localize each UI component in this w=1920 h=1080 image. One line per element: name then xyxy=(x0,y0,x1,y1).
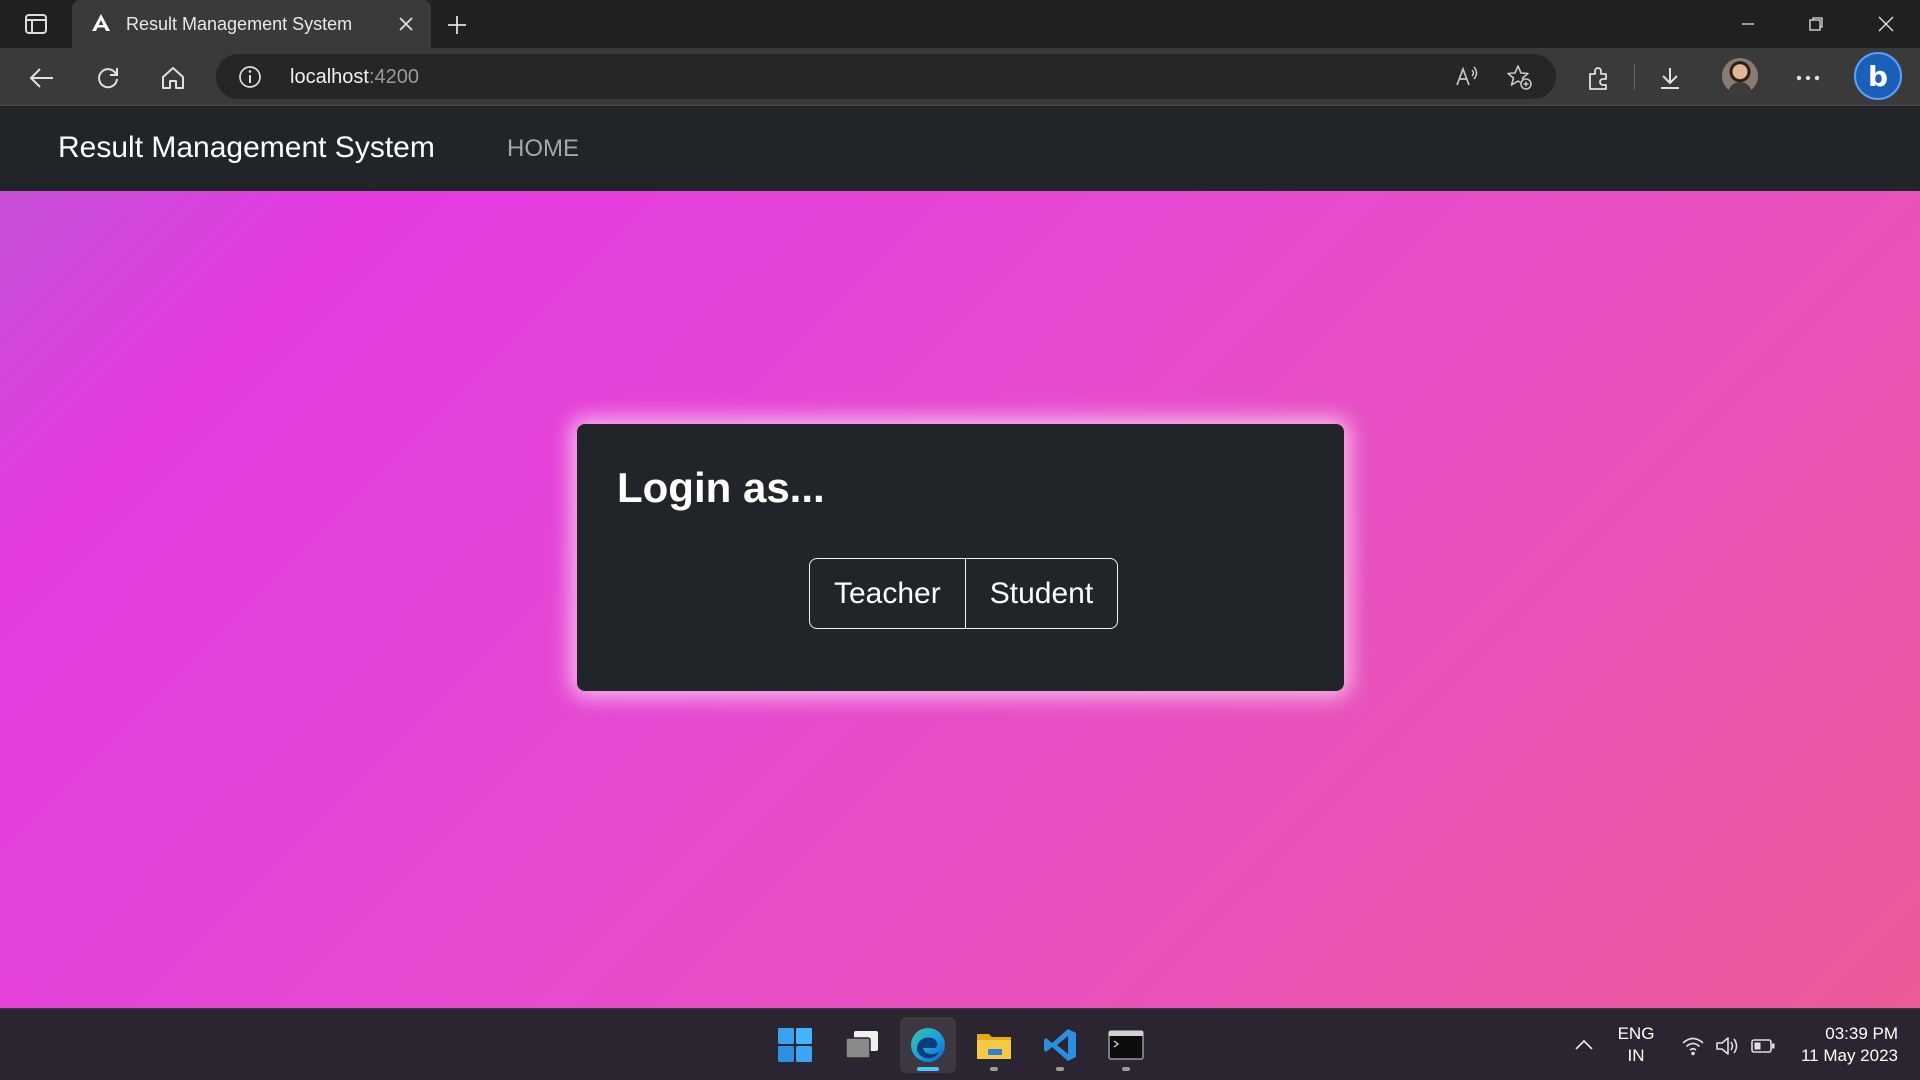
profile-avatar[interactable] xyxy=(1722,58,1758,94)
terminal-icon[interactable] xyxy=(1098,1017,1154,1073)
wifi-icon[interactable] xyxy=(1680,1033,1706,1059)
login-card: Login as... Teacher Student xyxy=(577,424,1344,691)
more-options-icon[interactable] xyxy=(1790,60,1826,96)
language-code: ENG xyxy=(1617,1024,1655,1043)
navbar-brand[interactable]: Result Management System xyxy=(58,131,435,165)
system-clock[interactable]: 03:39 PM 11 May 2023 xyxy=(1801,1023,1898,1067)
close-tab-icon[interactable] xyxy=(395,13,417,35)
url-host: localhost xyxy=(290,66,369,88)
address-bar[interactable]: localhost:4200 xyxy=(216,54,1556,99)
home-icon[interactable] xyxy=(155,60,191,96)
nav-link-home[interactable]: HOME xyxy=(507,135,579,163)
windows-taskbar: ENG IN 03:39 PM 11 May 2023 xyxy=(0,1008,1920,1080)
login-title: Login as... xyxy=(617,464,825,511)
file-explorer-icon[interactable] xyxy=(966,1017,1022,1073)
volume-icon[interactable] xyxy=(1714,1033,1740,1059)
angular-icon xyxy=(90,13,112,35)
input-language[interactable]: ENG IN xyxy=(1616,1023,1656,1067)
active-indicator xyxy=(917,1067,939,1071)
windows-start-icon[interactable] xyxy=(767,1017,823,1073)
task-view-icon[interactable] xyxy=(834,1017,890,1073)
refresh-icon[interactable] xyxy=(90,60,126,96)
url-text: localhost:4200 xyxy=(290,66,419,89)
clock-date: 11 May 2023 xyxy=(1800,1046,1898,1065)
edge-taskbar-icon[interactable] xyxy=(900,1017,956,1073)
restore-icon[interactable] xyxy=(1782,0,1850,48)
running-indicator xyxy=(1056,1067,1064,1071)
running-indicator xyxy=(1122,1067,1130,1071)
url-port: :4200 xyxy=(368,66,419,88)
toolbar-separator xyxy=(1634,64,1635,90)
browser-toolbar: localhost:4200 b xyxy=(0,48,1920,106)
downloads-icon[interactable] xyxy=(1652,60,1688,96)
site-info-icon[interactable] xyxy=(238,65,262,89)
browser-tab-bar: Result Management System xyxy=(0,0,1920,48)
teacher-button[interactable]: Teacher xyxy=(810,559,965,628)
vscode-icon[interactable] xyxy=(1032,1017,1088,1073)
bing-chat-icon[interactable]: b xyxy=(1854,52,1902,100)
student-button[interactable]: Student xyxy=(964,559,1117,628)
back-icon[interactable] xyxy=(24,60,60,96)
language-region: IN xyxy=(1627,1046,1645,1065)
new-tab-icon[interactable] xyxy=(442,10,472,40)
tab-title: Result Management System xyxy=(126,14,353,34)
close-window-icon[interactable] xyxy=(1852,0,1920,48)
tab-actions-icon[interactable] xyxy=(14,8,58,40)
minimize-icon[interactable] xyxy=(1714,0,1782,48)
browser-tab[interactable]: Result Management System xyxy=(72,0,431,48)
site-navbar: Result Management System HOME xyxy=(0,107,1920,191)
read-aloud-icon[interactable] xyxy=(1454,64,1480,90)
chevron-up-icon[interactable] xyxy=(1572,1033,1596,1057)
clock-time: 03:39 PM xyxy=(1825,1024,1898,1043)
gradient-background: Login as... Teacher Student xyxy=(0,191,1920,1008)
role-button-group: Teacher Student xyxy=(809,558,1119,629)
add-favorite-icon[interactable] xyxy=(1506,64,1532,90)
battery-icon[interactable] xyxy=(1750,1033,1776,1059)
running-indicator xyxy=(990,1067,998,1071)
extensions-icon[interactable] xyxy=(1580,60,1616,96)
